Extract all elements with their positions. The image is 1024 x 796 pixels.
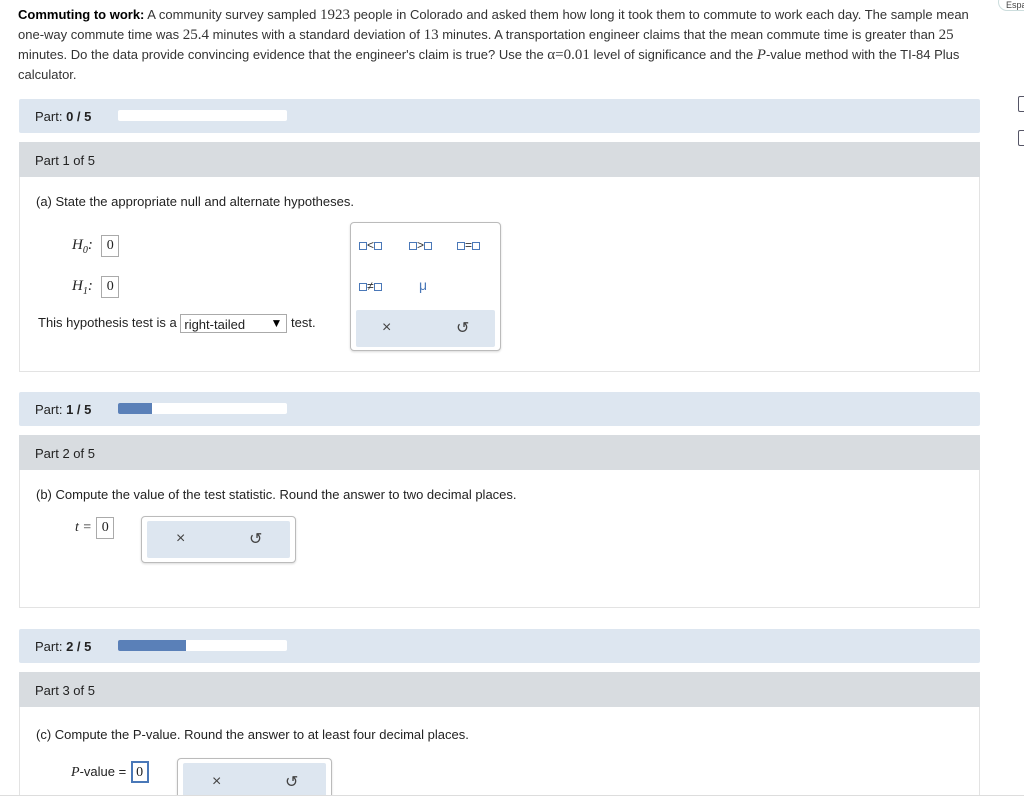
- clear-icon[interactable]: ×: [382, 319, 391, 337]
- pvalue-toolbar: × ↺: [177, 758, 332, 796]
- h1-input[interactable]: 0: [101, 276, 120, 298]
- dropdown-arrow-icon: ▼: [270, 316, 283, 330]
- claim-value: 25: [938, 27, 954, 43]
- part-2-body: (b) Compute the value of the test statis…: [19, 470, 980, 608]
- part-1-body: (a) State the appropriate null and alter…: [19, 177, 980, 372]
- progress-bar-1: Part: 1 / 5: [19, 392, 980, 426]
- pvalue-input[interactable]: 0: [130, 761, 149, 783]
- problem-text: A community survey sampled: [144, 7, 320, 22]
- progress-bar-0: Part: 0 / 5: [19, 99, 980, 133]
- toolbar-actions: × ↺: [147, 521, 290, 558]
- test-stat-toolbar: × ↺: [141, 516, 296, 563]
- h0-row: H0: 0: [72, 235, 120, 257]
- undo-icon[interactable]: ↺: [285, 772, 298, 792]
- problem-text: minutes with a standard deviation of: [208, 27, 424, 42]
- language-button[interactable]: Espa: [998, 0, 1024, 11]
- less-than-symbol: <: [367, 238, 375, 252]
- test-stat-input[interactable]: 0: [96, 517, 115, 539]
- test-stat-label: t =: [75, 520, 92, 535]
- toolbar-actions: × ↺: [356, 310, 495, 347]
- undo-icon[interactable]: ↺: [456, 318, 469, 338]
- clear-icon[interactable]: ×: [176, 530, 185, 548]
- part-3-header: Part 3 of 5: [19, 672, 980, 707]
- problem-title: Commuting to work:: [18, 7, 145, 22]
- greater-than-symbol: >: [417, 238, 425, 252]
- progress-track: [118, 110, 287, 121]
- progress-value: 0 / 5: [66, 109, 92, 124]
- problem-text: minutes. A transportation engineer claim…: [438, 27, 939, 42]
- sample-sd: 13: [423, 27, 439, 43]
- sample-mean: 25.4: [182, 27, 209, 43]
- sample-size: 1923: [319, 7, 350, 23]
- part-header-text: Part 1 of 5: [35, 153, 95, 168]
- part-2-header: Part 2 of 5: [19, 435, 980, 470]
- symbol-toolbar: < > = ≠ μ × ↺: [350, 222, 501, 351]
- progress-label-text: Part:: [35, 109, 63, 124]
- progress-track: [118, 640, 287, 651]
- progress-track: [118, 403, 287, 414]
- progress-bar-2: Part: 2 / 5: [19, 629, 980, 663]
- progress-fill: [118, 403, 152, 414]
- test-stat-row: t = 0: [75, 517, 115, 539]
- notes-icon[interactable]: [1018, 130, 1024, 146]
- pvalue-label: -value =: [79, 764, 127, 779]
- progress-label-text: Part:: [35, 639, 63, 654]
- test-type-dropdown[interactable]: right-tailed ▼: [180, 314, 288, 333]
- problem-text: level of significance and the: [589, 47, 757, 62]
- progress-label-text: Part:: [35, 402, 63, 417]
- progress-label: Part: 1 / 5: [35, 402, 91, 417]
- test-type-suffix: test.: [290, 314, 316, 330]
- part-header-text: Part 3 of 5: [35, 683, 95, 698]
- part-3-question: (c) Compute the P-value. Round the answe…: [36, 727, 469, 742]
- alpha-value: α=0.01: [547, 47, 590, 63]
- part-1-question: (a) State the appropriate null and alter…: [36, 194, 354, 209]
- p-variable: P: [756, 47, 766, 63]
- equals-button[interactable]: =: [457, 238, 481, 252]
- part-2-question: (b) Compute the value of the test statis…: [36, 487, 517, 502]
- not-equal-button[interactable]: ≠: [359, 279, 382, 293]
- toolbar-actions: × ↺: [183, 763, 326, 796]
- equals-symbol: =: [465, 238, 473, 252]
- progress-value: 2 / 5: [66, 639, 92, 654]
- problem-text: minutes. Do the data provide convincing …: [18, 47, 548, 62]
- test-type-row: This hypothesis test is a right-tailed ▼ …: [38, 314, 316, 333]
- progress-value: 1 / 5: [66, 402, 92, 417]
- progress-fill: [118, 640, 186, 651]
- h1-row: H1: 0: [72, 276, 120, 298]
- problem-statement: Commuting to work: A community survey sa…: [18, 5, 983, 84]
- part-3-body: (c) Compute the P-value. Round the answe…: [19, 707, 980, 796]
- progress-label: Part: 2 / 5: [35, 639, 91, 654]
- progress-label: Part: 0 / 5: [35, 109, 91, 124]
- test-type-prefix: This hypothesis test is a: [38, 314, 177, 330]
- bookmark-icon[interactable]: [1018, 96, 1024, 112]
- undo-icon[interactable]: ↺: [249, 529, 262, 549]
- part-1-header: Part 1 of 5: [19, 142, 980, 177]
- clear-icon[interactable]: ×: [212, 773, 221, 791]
- greater-than-button[interactable]: >: [409, 238, 433, 252]
- pvalue-row: P-value = 0: [71, 761, 149, 783]
- not-equal-symbol: ≠: [367, 279, 374, 293]
- part-header-text: Part 2 of 5: [35, 446, 95, 461]
- mu-button[interactable]: μ: [419, 277, 427, 293]
- h1-label: H: [72, 278, 83, 294]
- h0-label: H: [72, 237, 83, 253]
- h0-input[interactable]: 0: [101, 235, 120, 257]
- test-type-selected: right-tailed: [184, 317, 246, 332]
- less-than-button[interactable]: <: [359, 238, 383, 252]
- pvalue-label-var: P: [71, 765, 80, 780]
